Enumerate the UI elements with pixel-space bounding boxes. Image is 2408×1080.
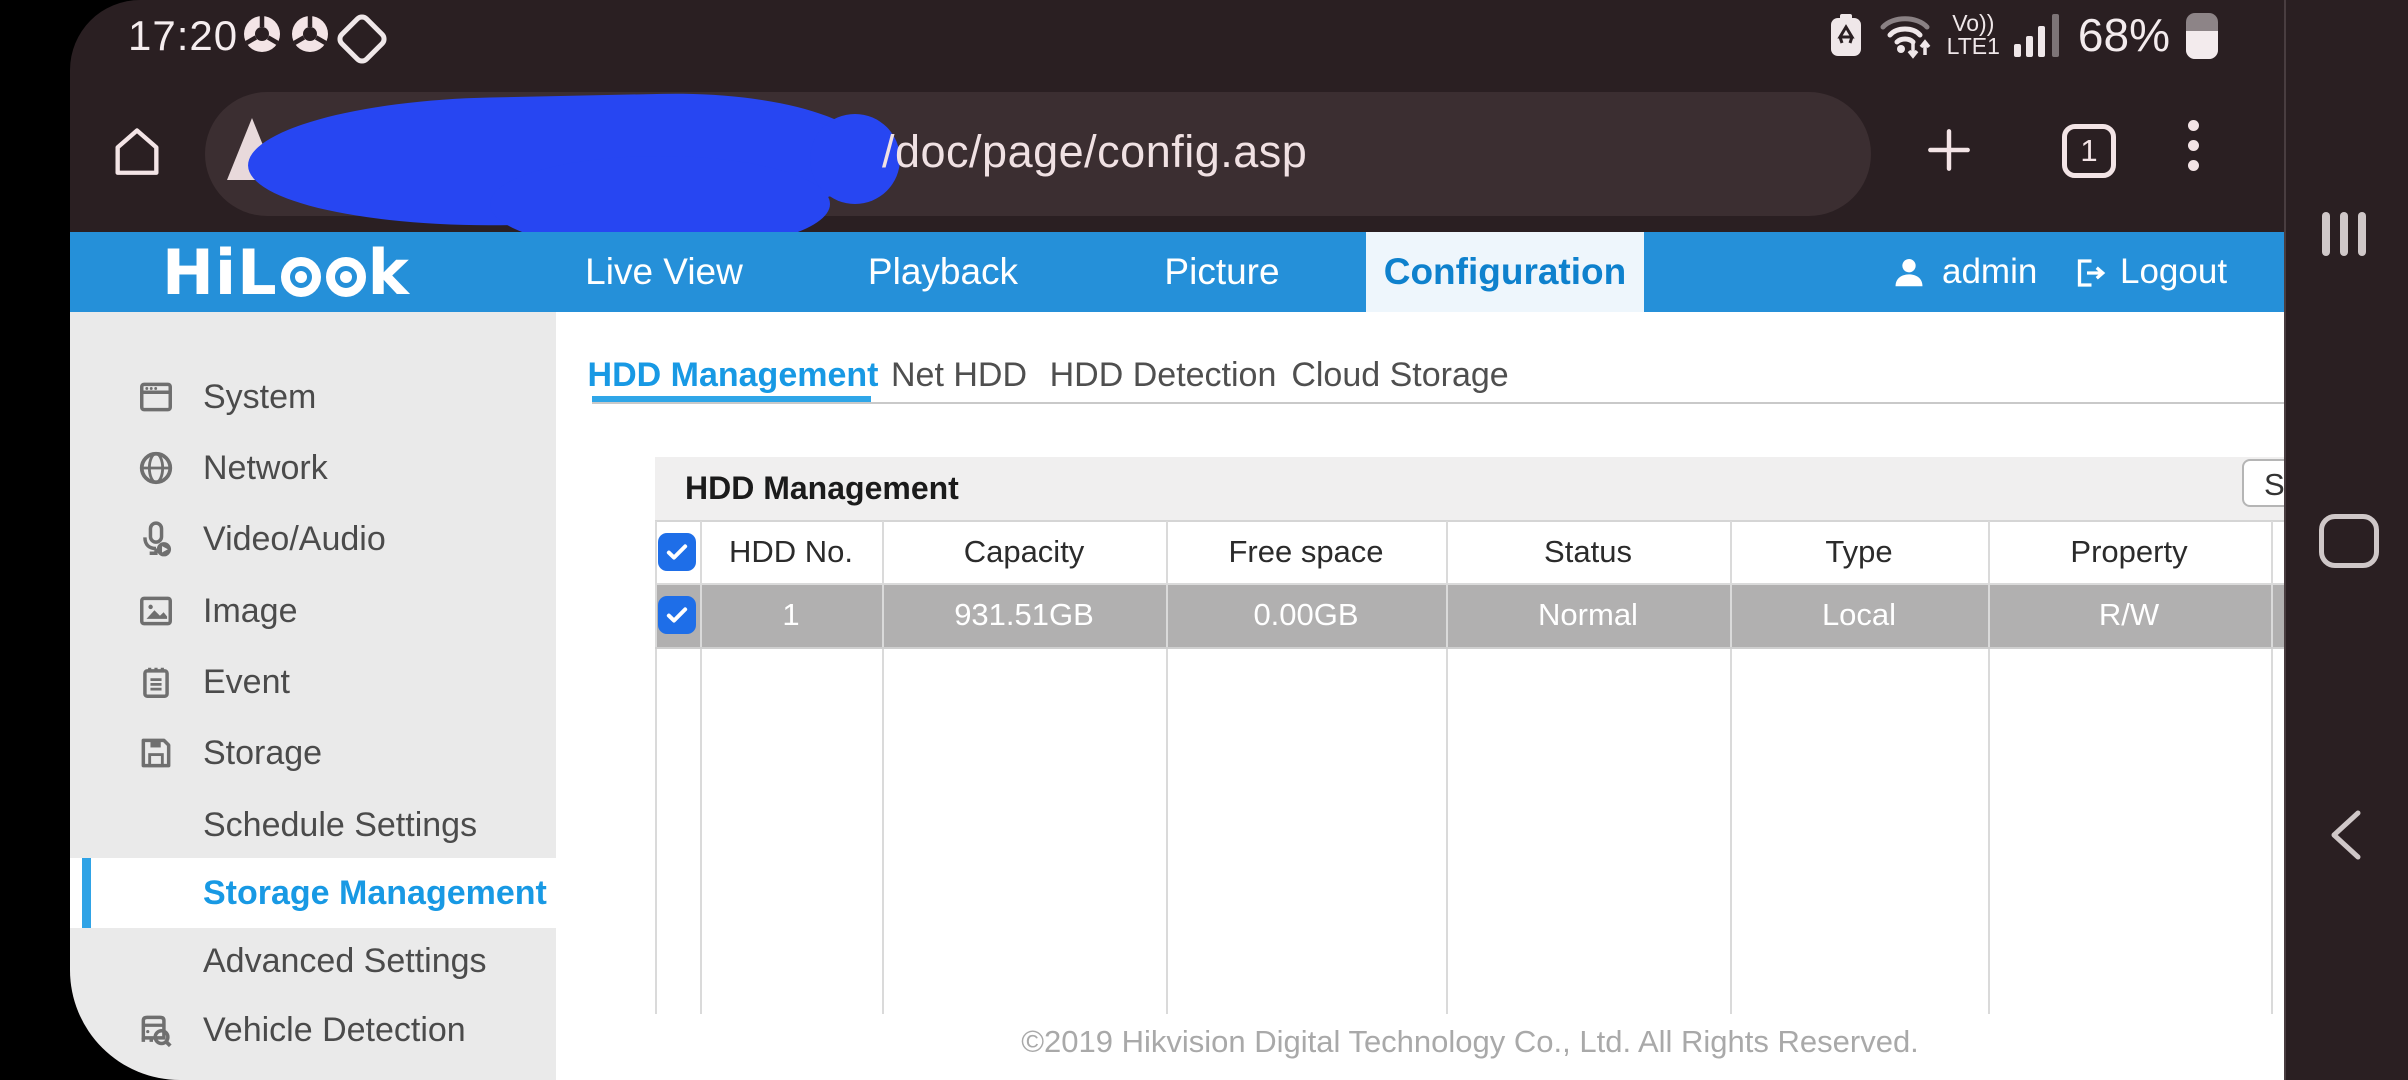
col-header-free-space: Free space	[1228, 534, 1384, 569]
logout-button[interactable]: Logout	[2120, 232, 2227, 312]
status-indicators: Vo)) LTE1 68%	[1829, 0, 2220, 70]
hilook-logo: HiL k	[162, 235, 410, 309]
tab-hdd-detection[interactable]: HDD Detection	[1050, 340, 1277, 410]
battery-saver-icon	[1830, 14, 1861, 56]
sidebar-item-storage[interactable]: Storage	[70, 718, 556, 788]
table-gridline	[655, 647, 2284, 649]
logout-icon	[2072, 255, 2108, 296]
sidebar-item-video-audio[interactable]: Video/Audio	[70, 504, 556, 574]
tab-net-hdd[interactable]: Net HDD	[891, 340, 1027, 410]
table-gridline	[1446, 521, 1448, 1014]
col-header-hdd-no: HDD No.	[728, 534, 854, 569]
recents-handle-icon[interactable]	[2322, 212, 2366, 256]
table-gridline	[655, 583, 2284, 585]
tab-switcher-button[interactable]: 1	[2062, 124, 2116, 178]
table-row[interactable]	[655, 583, 2284, 647]
browser-toolbar: /doc/page/config.asp 1	[70, 70, 2284, 252]
tab-count: 1	[2080, 133, 2098, 168]
nav-live-view[interactable]: Live View	[585, 232, 743, 312]
cell-status: Normal	[1538, 597, 1638, 632]
sidebar-item-system[interactable]: System	[70, 362, 556, 432]
tab-cloud-storage[interactable]: Cloud Storage	[1291, 340, 1508, 410]
sidebar-item-schedule-settings[interactable]: Schedule Settings	[70, 790, 556, 860]
event-note-icon	[137, 663, 175, 706]
clock: 17:20	[128, 12, 239, 59]
col-header-capacity: Capacity	[963, 534, 1085, 569]
cell-hdd-no: 1	[782, 597, 800, 632]
table-gridline	[1988, 521, 1990, 1014]
username-label[interactable]: admin	[1942, 232, 2037, 312]
lens-o-icon	[280, 257, 321, 297]
sidebar-item-storage-management[interactable]: Storage Management	[70, 858, 556, 928]
table-gridline	[1166, 521, 1168, 1014]
sidebar-item-network[interactable]: Network	[70, 433, 556, 503]
table-gridline	[1730, 521, 1732, 1014]
wifi-icon	[1880, 16, 1931, 59]
set-button-clipped[interactable]: S	[2242, 459, 2284, 507]
battery-percentage: 68%	[2077, 9, 2170, 61]
cell-free-space: 0.00GB	[1253, 597, 1359, 632]
copyright-footer: ©2019 Hikvision Digital Technology Co., …	[1021, 1024, 1919, 1059]
cell-type: Local	[1821, 597, 1897, 632]
sidebar-item-vehicle-detection[interactable]: Vehicle Detection	[70, 995, 556, 1065]
nav-configuration-active[interactable]: Configuration	[1366, 232, 1644, 312]
row-checkbox[interactable]	[658, 596, 696, 634]
sidebar: System Network Video/Audio Image Event S…	[70, 312, 556, 1080]
nav-picture[interactable]: Picture	[1164, 232, 1279, 312]
storage-disk-icon	[137, 734, 175, 777]
active-indicator-bar	[82, 858, 91, 928]
globe-icon	[137, 449, 175, 492]
nav-playback[interactable]: Playback	[868, 232, 1018, 312]
sidebar-item-advanced-settings[interactable]: Advanced Settings	[70, 926, 556, 996]
table-gridline	[882, 521, 884, 1014]
col-header-status: Status	[1544, 534, 1632, 569]
url-text: /doc/page/config.asp	[882, 126, 1308, 177]
chrome-notification-icon	[290, 14, 330, 59]
screen-rotation-icon	[333, 10, 391, 68]
table-gridline	[2271, 521, 2273, 1014]
image-icon	[137, 592, 175, 635]
user-icon	[1890, 253, 1928, 296]
browser-menu-icon[interactable]	[2188, 120, 2200, 182]
select-all-checkbox[interactable]	[658, 533, 696, 571]
vehicle-detection-icon	[137, 1011, 175, 1054]
panel-header: HDD Management	[655, 457, 2284, 522]
table-gridline	[655, 521, 657, 1014]
home-icon[interactable]	[108, 122, 166, 185]
table-gridline	[700, 521, 702, 1014]
main-content: HDD Management Net HDD HDD Detection Clo…	[556, 312, 2284, 1080]
cell-property: R/W	[2098, 597, 2160, 632]
microphone-icon	[137, 520, 175, 563]
chrome-notification-icon	[242, 14, 282, 59]
status-bar: 17:20 Vo)) LTE1 68%	[70, 0, 2284, 70]
sidebar-item-event[interactable]: Event	[70, 647, 556, 717]
android-nav-bar	[2284, 0, 2408, 1080]
android-back-icon[interactable]	[2322, 808, 2370, 867]
phone-screen: 17:20 Vo)) LTE1 68% /doc/page/config.asp…	[70, 0, 2408, 1080]
new-tab-icon[interactable]	[1921, 122, 1977, 183]
cell-capacity: 931.51GB	[954, 597, 1094, 632]
panel-title: HDD Management	[685, 470, 959, 506]
signal-strength-icon	[2013, 14, 2059, 57]
tabs-divider	[592, 402, 2284, 404]
android-home-icon[interactable]	[2319, 514, 2379, 568]
col-header-property: Property	[2070, 534, 2188, 569]
sidebar-item-image[interactable]: Image	[70, 576, 556, 646]
app-header: HiL k Live View Playback Picture Configur…	[70, 232, 2284, 312]
system-window-icon	[137, 378, 175, 421]
battery-icon	[2186, 13, 2218, 59]
volte-indicator: Vo)) LTE1	[1946, 10, 2000, 59]
col-header-type: Type	[1825, 534, 1893, 569]
lens-o-icon	[325, 257, 366, 297]
